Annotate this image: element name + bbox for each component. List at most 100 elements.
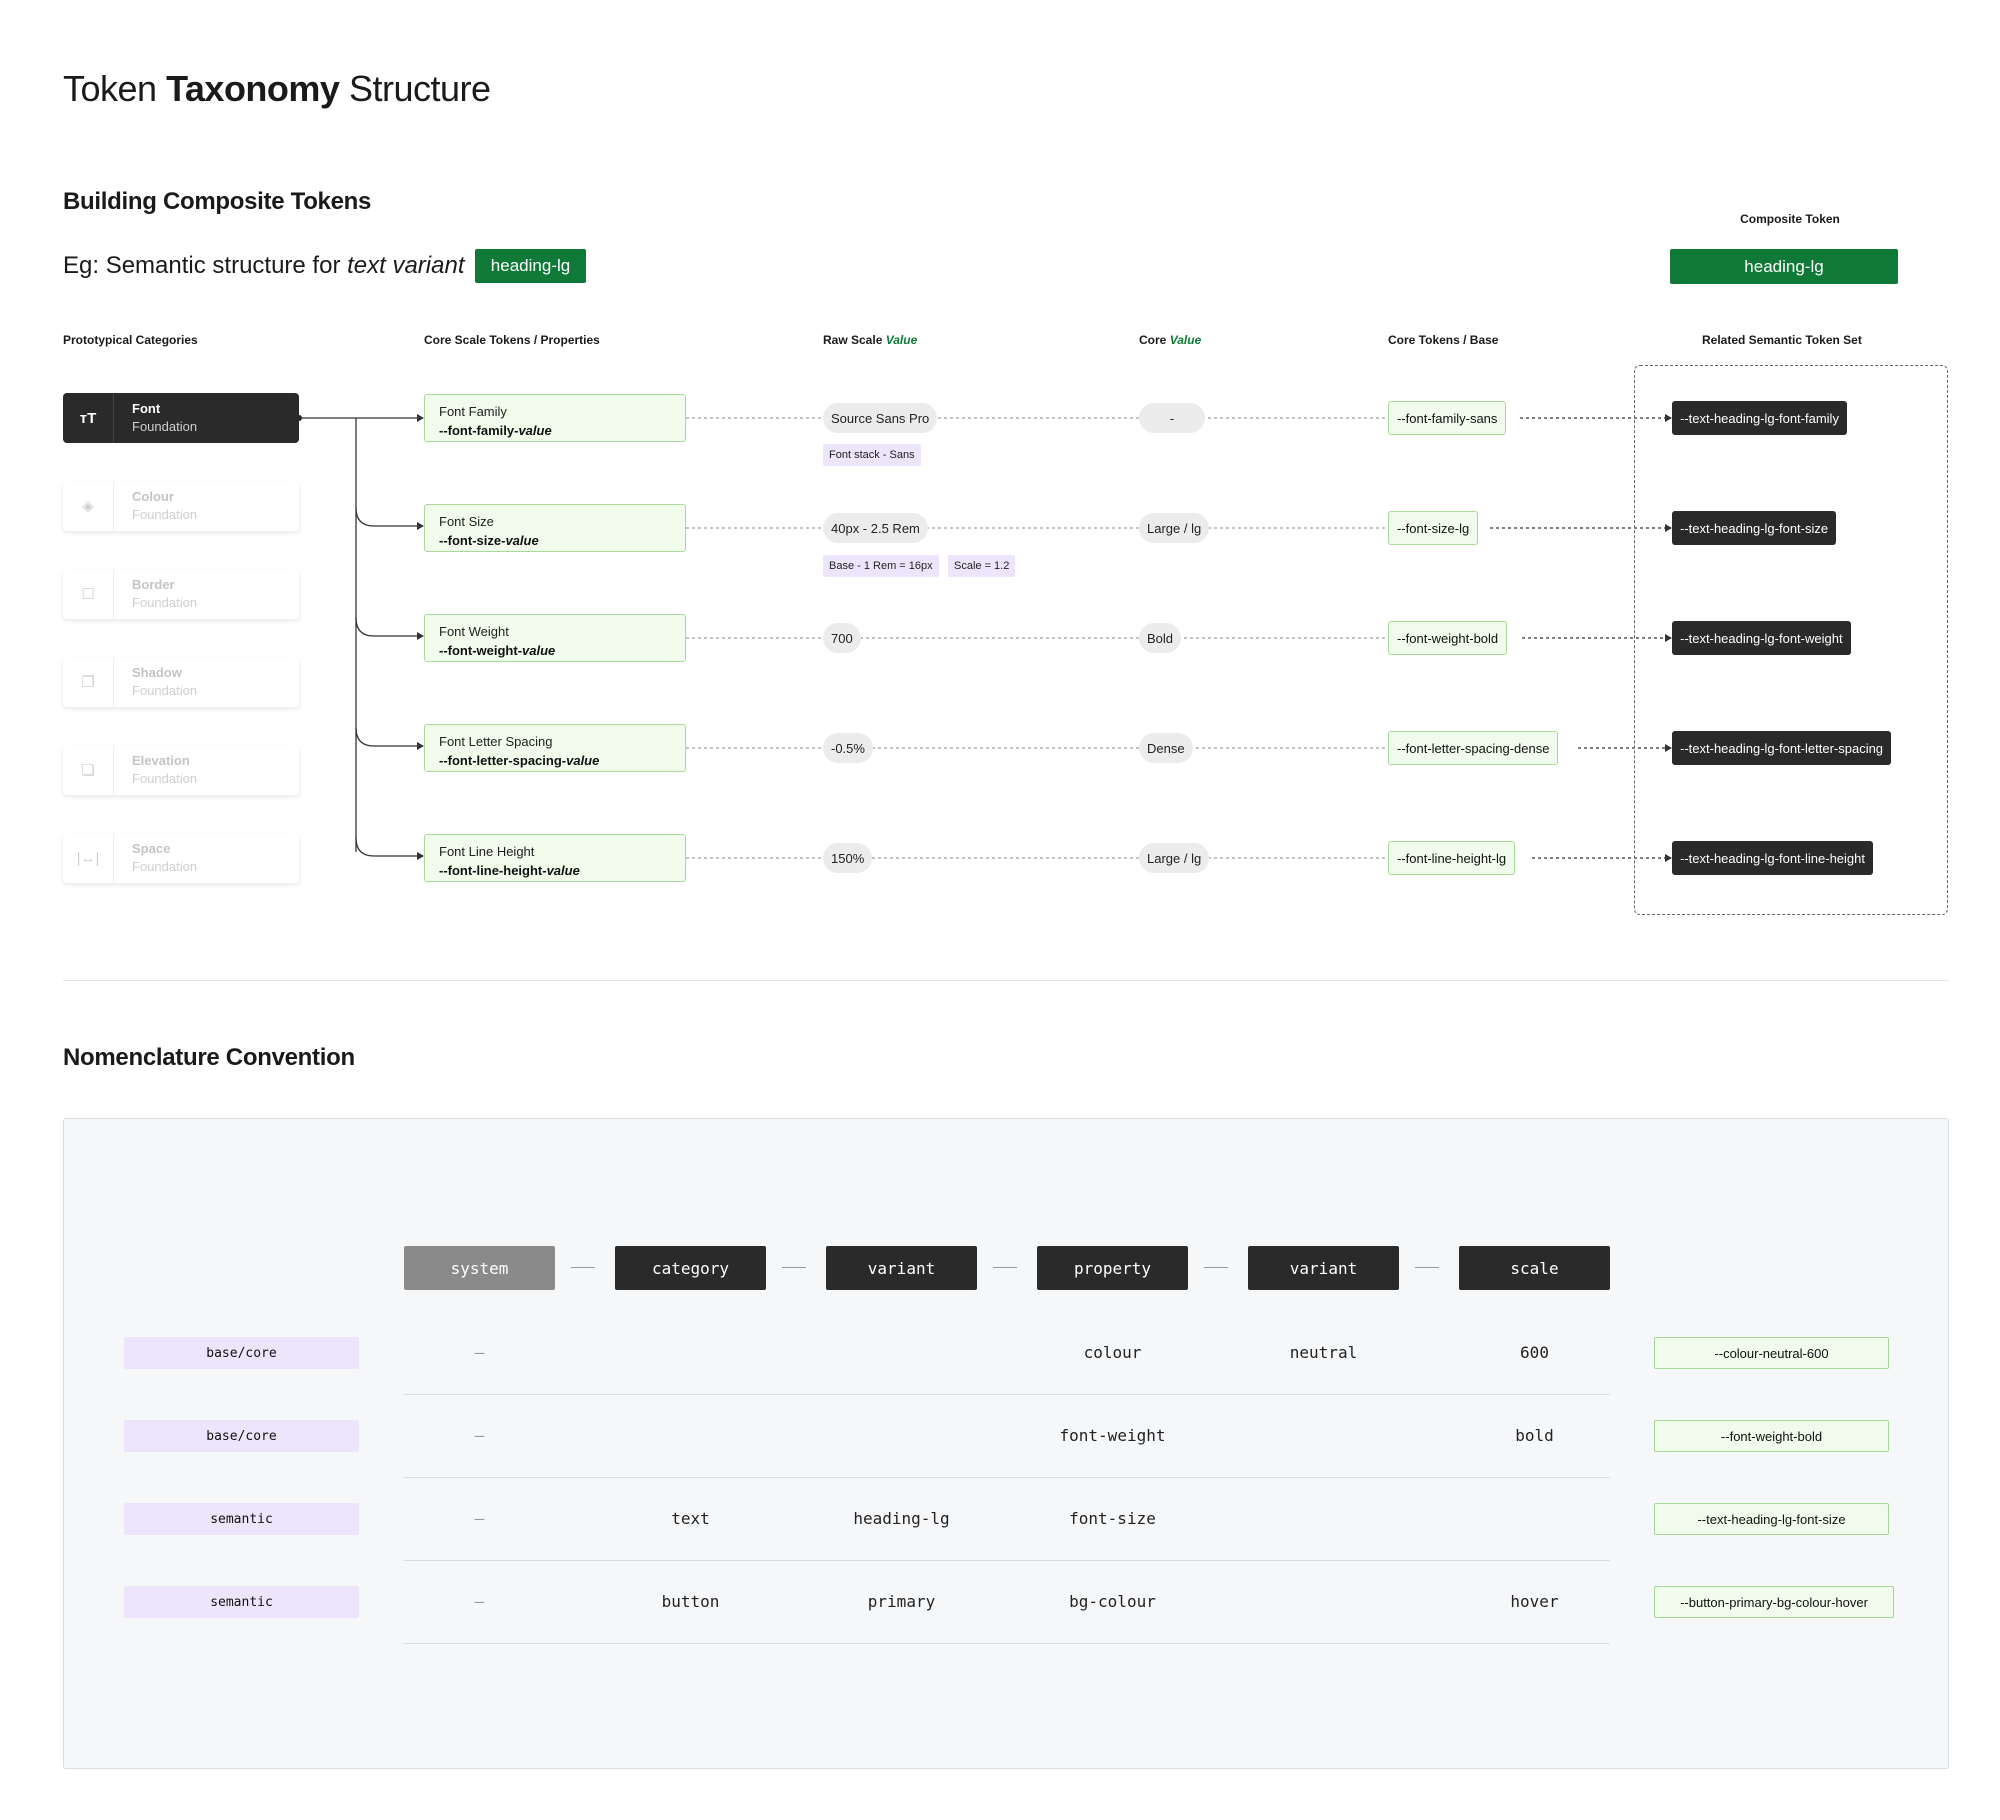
raw-value-family: Source Sans Pro xyxy=(823,403,938,433)
core-scale-font-letter-spacing: Font Letter Spacing --font-letter-spacing… xyxy=(424,724,686,772)
category-sub: Foundation xyxy=(132,595,198,610)
row-tag: semantic xyxy=(124,1503,359,1535)
category-shadow[interactable]: ❐ Shadow Foundation xyxy=(63,657,299,707)
semantic-token-spacing: --text-heading-lg-font-letter-spacing xyxy=(1672,731,1892,765)
row-divider xyxy=(404,1477,1610,1478)
semantic-token-lineheight: --text-heading-lg-font-line-height xyxy=(1672,841,1873,875)
category-name: Colour xyxy=(132,489,174,504)
cell-property: font-weight xyxy=(1059,1426,1166,1445)
core-value-weight: Bold xyxy=(1139,623,1182,653)
category-sub: Foundation xyxy=(132,507,198,522)
base-token-family: --font-family-sans xyxy=(1388,401,1507,435)
segment-separator xyxy=(1204,1267,1228,1268)
result-token: --button-primary-bg-colour-hover xyxy=(1654,1586,1894,1618)
category-name: Space xyxy=(132,841,171,856)
cell-scale: hover xyxy=(1510,1592,1559,1611)
connector-branch-lineheight xyxy=(355,837,420,857)
arrow-size xyxy=(417,522,424,530)
segment-variant-2: variant xyxy=(1248,1246,1399,1290)
cell-system: – xyxy=(474,1426,485,1445)
segment-scale: scale xyxy=(1459,1246,1610,1290)
segment-property: property xyxy=(1037,1246,1188,1290)
arrow-family xyxy=(417,414,424,422)
cell-category: text xyxy=(671,1509,710,1528)
arrow-weight xyxy=(417,632,424,640)
connector-branch-spacing xyxy=(355,727,420,747)
raw-value-spacing: -0.5% xyxy=(823,733,873,763)
core-value-spacing: Dense xyxy=(1139,733,1193,763)
cell-scale: bold xyxy=(1515,1426,1554,1445)
category-sub: Foundation xyxy=(132,683,198,698)
text-size-icon: тT xyxy=(63,393,114,443)
segment-separator xyxy=(571,1267,595,1268)
category-colour[interactable]: ◈ Colour Foundation xyxy=(63,481,299,531)
core-value-family: - xyxy=(1139,403,1205,433)
cell-system: – xyxy=(474,1509,485,1528)
base-token-size: --font-size-lg xyxy=(1388,511,1479,545)
raw-value-size: 40px - 2.5 Rem xyxy=(823,513,928,543)
layers-icon: ❏ xyxy=(63,745,114,795)
category-sub: Foundation xyxy=(132,771,198,786)
category-sub: Foundation xyxy=(132,419,198,434)
base-token-weight: --font-weight-bold xyxy=(1388,621,1508,655)
category-sub: Foundation xyxy=(132,859,198,874)
row-divider xyxy=(404,1560,1610,1561)
category-name: Elevation xyxy=(132,753,190,768)
core-scale-font-line-height: Font Line Height --font-line-height-value xyxy=(424,834,686,882)
category-name: Shadow xyxy=(132,665,182,680)
cell-property: bg-colour xyxy=(1069,1592,1156,1611)
arrow-spacing xyxy=(417,742,424,750)
square-outline-icon: ☐ xyxy=(63,569,114,619)
raw-value-weight: 700 xyxy=(823,623,861,653)
segment-category: category xyxy=(615,1246,766,1290)
segment-system: system xyxy=(404,1246,555,1290)
shadow-icon: ❐ xyxy=(63,657,114,707)
raw-note-base: Base - 1 Rem = 16px xyxy=(823,555,939,577)
cell-variant: heading-lg xyxy=(853,1509,950,1528)
cell-system: – xyxy=(474,1343,485,1362)
cell-variant: primary xyxy=(867,1592,936,1611)
segment-separator xyxy=(1415,1267,1439,1268)
paint-bucket-icon: ◈ xyxy=(63,481,114,531)
connector-branch-size xyxy=(355,507,420,527)
core-value-lineheight: Large / lg xyxy=(1139,843,1210,873)
core-scale-font-size: Font Size --font-size-value xyxy=(424,504,686,552)
semantic-token-size: --text-heading-lg-font-size xyxy=(1672,511,1837,545)
cell-property: font-size xyxy=(1069,1509,1156,1528)
row-tag: base/core xyxy=(124,1337,359,1369)
spacing-icon: |↔| xyxy=(63,833,114,883)
semantic-token-weight: --text-heading-lg-font-weight xyxy=(1672,621,1851,655)
segment-separator xyxy=(782,1267,806,1268)
raw-note-font-stack: Font stack - Sans xyxy=(823,444,921,466)
segment-variant: variant xyxy=(826,1246,977,1290)
category-border[interactable]: ☐ Border Foundation xyxy=(63,569,299,619)
cell-system: – xyxy=(474,1592,485,1611)
category-name: Border xyxy=(132,577,175,592)
category-elevation[interactable]: ❏ Elevation Foundation xyxy=(63,745,299,795)
core-scale-font-family: Font Family --font-family-value xyxy=(424,394,686,442)
base-token-lineheight: --font-line-height-lg xyxy=(1388,841,1516,875)
category-space[interactable]: |↔| Space Foundation xyxy=(63,833,299,883)
segment-separator xyxy=(993,1267,1017,1268)
connector-branch-weight xyxy=(355,617,420,637)
result-token: --font-weight-bold xyxy=(1654,1420,1889,1452)
raw-note-scale: Scale = 1.2 xyxy=(948,555,1016,577)
cell-scale: 600 xyxy=(1520,1343,1549,1362)
section-divider xyxy=(63,980,1949,981)
base-token-spacing: --font-letter-spacing-dense xyxy=(1388,731,1559,765)
raw-value-lineheight: 150% xyxy=(823,843,873,873)
row-divider xyxy=(404,1643,1610,1644)
cell-property: colour xyxy=(1083,1343,1142,1362)
cell-variant: neutral xyxy=(1289,1343,1358,1362)
result-token: --text-heading-lg-font-size xyxy=(1654,1503,1889,1535)
row-tag: semantic xyxy=(124,1586,359,1618)
section-title-nomenclature: Nomenclature Convention xyxy=(63,1044,355,1071)
cell-category: button xyxy=(661,1592,720,1611)
row-tag: base/core xyxy=(124,1420,359,1452)
category-font[interactable]: тT Font Foundation xyxy=(63,393,299,443)
core-value-size: Large / lg xyxy=(1139,513,1210,543)
arrow-lineheight xyxy=(417,852,424,860)
semantic-token-family: --text-heading-lg-font-family xyxy=(1672,401,1847,435)
result-token: --colour-neutral-600 xyxy=(1654,1337,1889,1369)
category-name: Font xyxy=(132,401,161,416)
